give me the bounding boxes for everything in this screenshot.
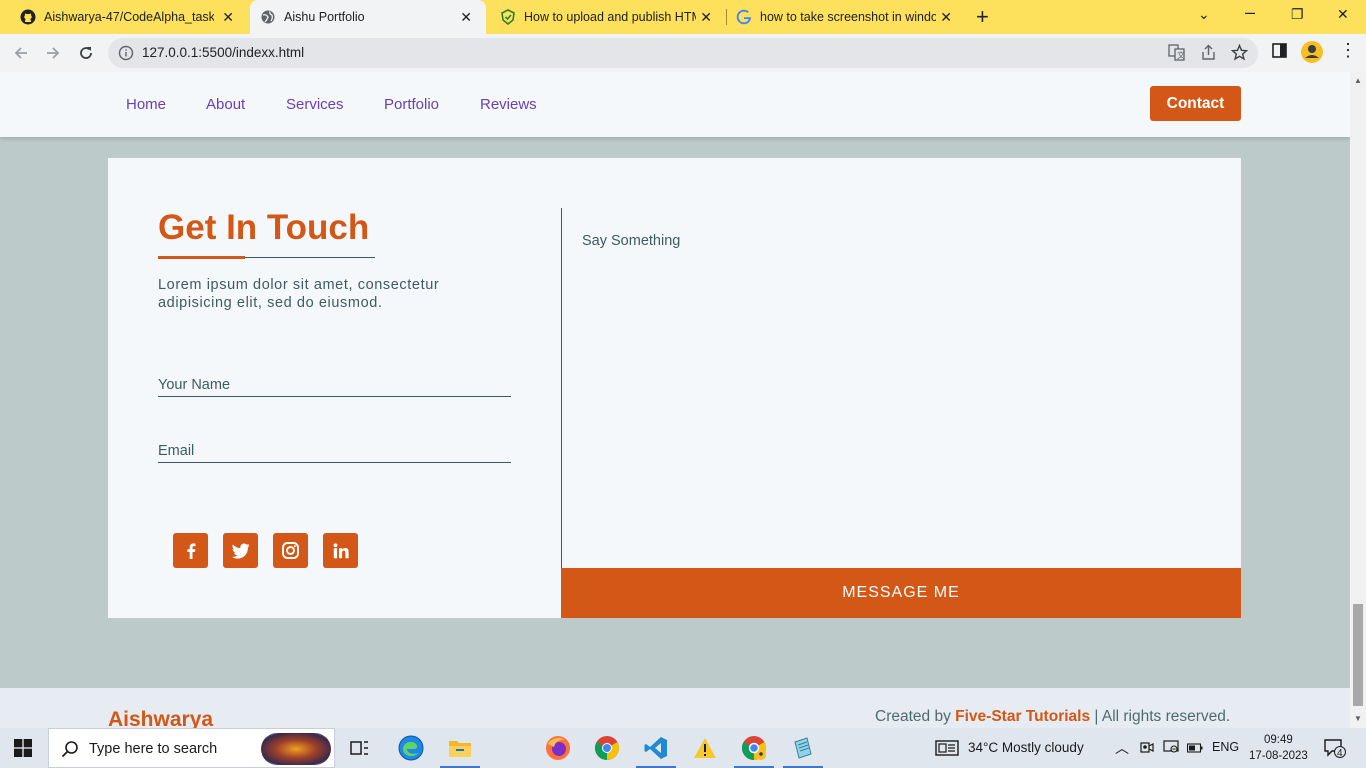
footer-credits: Created by Five-Star Tutorials | All rig…	[875, 708, 1230, 726]
close-icon[interactable]: ✕	[700, 9, 712, 26]
google-icon	[736, 9, 752, 25]
notepad-icon[interactable]	[783, 734, 823, 768]
section-description: Lorem ipsum dolor sit amet, consectetur …	[158, 277, 440, 311]
edge-icon[interactable]	[397, 734, 425, 762]
contact-card: Get In Touch Lorem ipsum dolor sit amet,…	[108, 158, 1241, 618]
language-indicator[interactable]: ENG	[1212, 740, 1239, 754]
nav-services[interactable]: Services	[286, 96, 344, 113]
nav-home[interactable]: Home	[126, 96, 166, 113]
page-viewport: Home About Services Portfolio Reviews Co…	[0, 72, 1350, 728]
name-field[interactable]	[158, 374, 511, 397]
scroll-up-icon[interactable]: ▲	[1354, 76, 1362, 85]
tab-title: how to take screenshot in windows	[760, 10, 936, 24]
battery-icon[interactable]	[1186, 741, 1203, 756]
tab-aishu-portfolio[interactable]: Aishu Portfolio ✕	[250, 0, 486, 34]
share-icon[interactable]	[1200, 44, 1217, 66]
side-panel-icon[interactable]	[1271, 42, 1288, 64]
contact-button[interactable]: Contact	[1150, 86, 1241, 121]
nav-about[interactable]: About	[206, 96, 245, 113]
globe-icon	[260, 9, 276, 25]
site-info-icon[interactable]	[118, 45, 134, 66]
close-icon[interactable]: ✕	[460, 9, 472, 26]
tab-github[interactable]: Aishwarya-47/CodeAlpha_task1 ✕	[0, 0, 248, 34]
reload-icon[interactable]	[75, 42, 97, 64]
svg-text:文: 文	[1177, 50, 1185, 60]
facebook-icon[interactable]	[173, 533, 208, 568]
search-icon	[61, 740, 79, 763]
windows-taskbar: Type here to search 34°C Mostly cloudy ︿…	[0, 728, 1366, 768]
page-scrollbar[interactable]: ▲ ▼	[1350, 72, 1366, 728]
browser-tab-strip: Aishwarya-47/CodeAlpha_task1 ✕ Aishu Por…	[0, 0, 1366, 34]
chrome-icon[interactable]	[593, 734, 621, 762]
back-icon[interactable]	[10, 42, 32, 64]
footer-brand[interactable]: Aishwarya	[108, 708, 213, 728]
chrome-profile-icon[interactable]	[734, 734, 774, 768]
credit-suffix: | All rights reserved.	[1090, 708, 1231, 725]
window-close-icon[interactable]: ✕	[1337, 6, 1349, 23]
taskbar-clock[interactable]: 09:49 17-08-2023	[1249, 732, 1308, 764]
task-view-icon[interactable]	[346, 734, 374, 762]
credit-link[interactable]: Five-Star Tutorials	[955, 708, 1090, 725]
taskbar-search-box[interactable]: Type here to search	[48, 728, 335, 768]
weather-icon[interactable]	[934, 734, 960, 762]
display-icon[interactable]	[1163, 740, 1179, 757]
tab-title: Aishwarya-47/CodeAlpha_task1	[44, 10, 214, 24]
tab-screenshot-search[interactable]: how to take screenshot in windows ✕	[726, 0, 966, 34]
forward-icon[interactable]	[42, 42, 64, 64]
search-highlight-image	[261, 733, 331, 765]
scroll-down-icon[interactable]: ▼	[1354, 714, 1362, 723]
new-tab-icon[interactable]: +	[976, 4, 989, 30]
windows-start-icon[interactable]	[14, 739, 32, 762]
nav-reviews[interactable]: Reviews	[480, 96, 537, 113]
site-footer: Aishwarya Created by Five-Star Tutorials…	[0, 688, 1350, 728]
tab-upload-html[interactable]: How to upload and publish HTML ✕	[486, 0, 726, 34]
github-icon	[20, 9, 36, 25]
browser-menu-icon[interactable]: ⋮	[1339, 40, 1357, 61]
tab-search-chevron-icon[interactable]: ⌄	[1198, 6, 1210, 23]
title-underline-accent	[158, 256, 245, 259]
linkedin-icon[interactable]	[323, 533, 358, 568]
tab-title: How to upload and publish HTML	[524, 10, 696, 24]
restore-icon[interactable]: ❐	[1291, 6, 1304, 23]
browser-toolbar: 127.0.0.1:5500/indexx.html 文 ⋮	[0, 34, 1366, 73]
close-icon[interactable]: ✕	[940, 9, 952, 26]
close-icon[interactable]: ✕	[222, 9, 234, 26]
scrollbar-thumb[interactable]	[1353, 604, 1363, 706]
translate-icon[interactable]: 文	[1168, 44, 1185, 66]
credit-prefix: Created by	[875, 708, 956, 725]
notification-count: 4	[1337, 748, 1343, 759]
address-bar[interactable]: 127.0.0.1:5500/indexx.html 文	[108, 38, 1258, 68]
minimize-icon[interactable]: –	[1245, 2, 1255, 23]
nav-portfolio[interactable]: Portfolio	[384, 96, 439, 113]
tab-title: Aishu Portfolio	[284, 10, 365, 24]
instagram-icon[interactable]	[273, 533, 308, 568]
vscode-icon[interactable]	[636, 734, 676, 768]
url-text: 127.0.0.1:5500/indexx.html	[142, 45, 305, 60]
clock-time: 09:49	[1264, 734, 1293, 746]
shield-icon	[500, 9, 516, 25]
email-field[interactable]	[158, 440, 511, 463]
twitter-icon[interactable]	[223, 533, 258, 568]
section-title: Get In Touch	[158, 208, 370, 247]
firefox-icon[interactable]	[544, 734, 572, 762]
message-textarea[interactable]	[582, 233, 1202, 543]
warning-icon[interactable]	[691, 734, 719, 762]
file-explorer-icon[interactable]	[440, 734, 480, 768]
weather-text[interactable]: 34°C Mostly cloudy	[968, 740, 1084, 755]
meet-now-icon[interactable]	[1140, 740, 1154, 757]
profile-avatar-icon[interactable]	[1300, 40, 1324, 69]
vertical-divider	[561, 208, 562, 568]
clock-date: 17-08-2023	[1249, 750, 1308, 762]
message-me-button[interactable]: MESSAGE ME	[561, 568, 1241, 618]
contact-info-panel: Get In Touch Lorem ipsum dolor sit amet,…	[108, 158, 561, 618]
tray-chevron-icon[interactable]: ︿	[1115, 738, 1129, 758]
site-navbar: Home About Services Portfolio Reviews Co…	[0, 72, 1350, 137]
bookmark-star-icon[interactable]	[1230, 43, 1249, 66]
search-placeholder: Type here to search	[89, 741, 218, 757]
